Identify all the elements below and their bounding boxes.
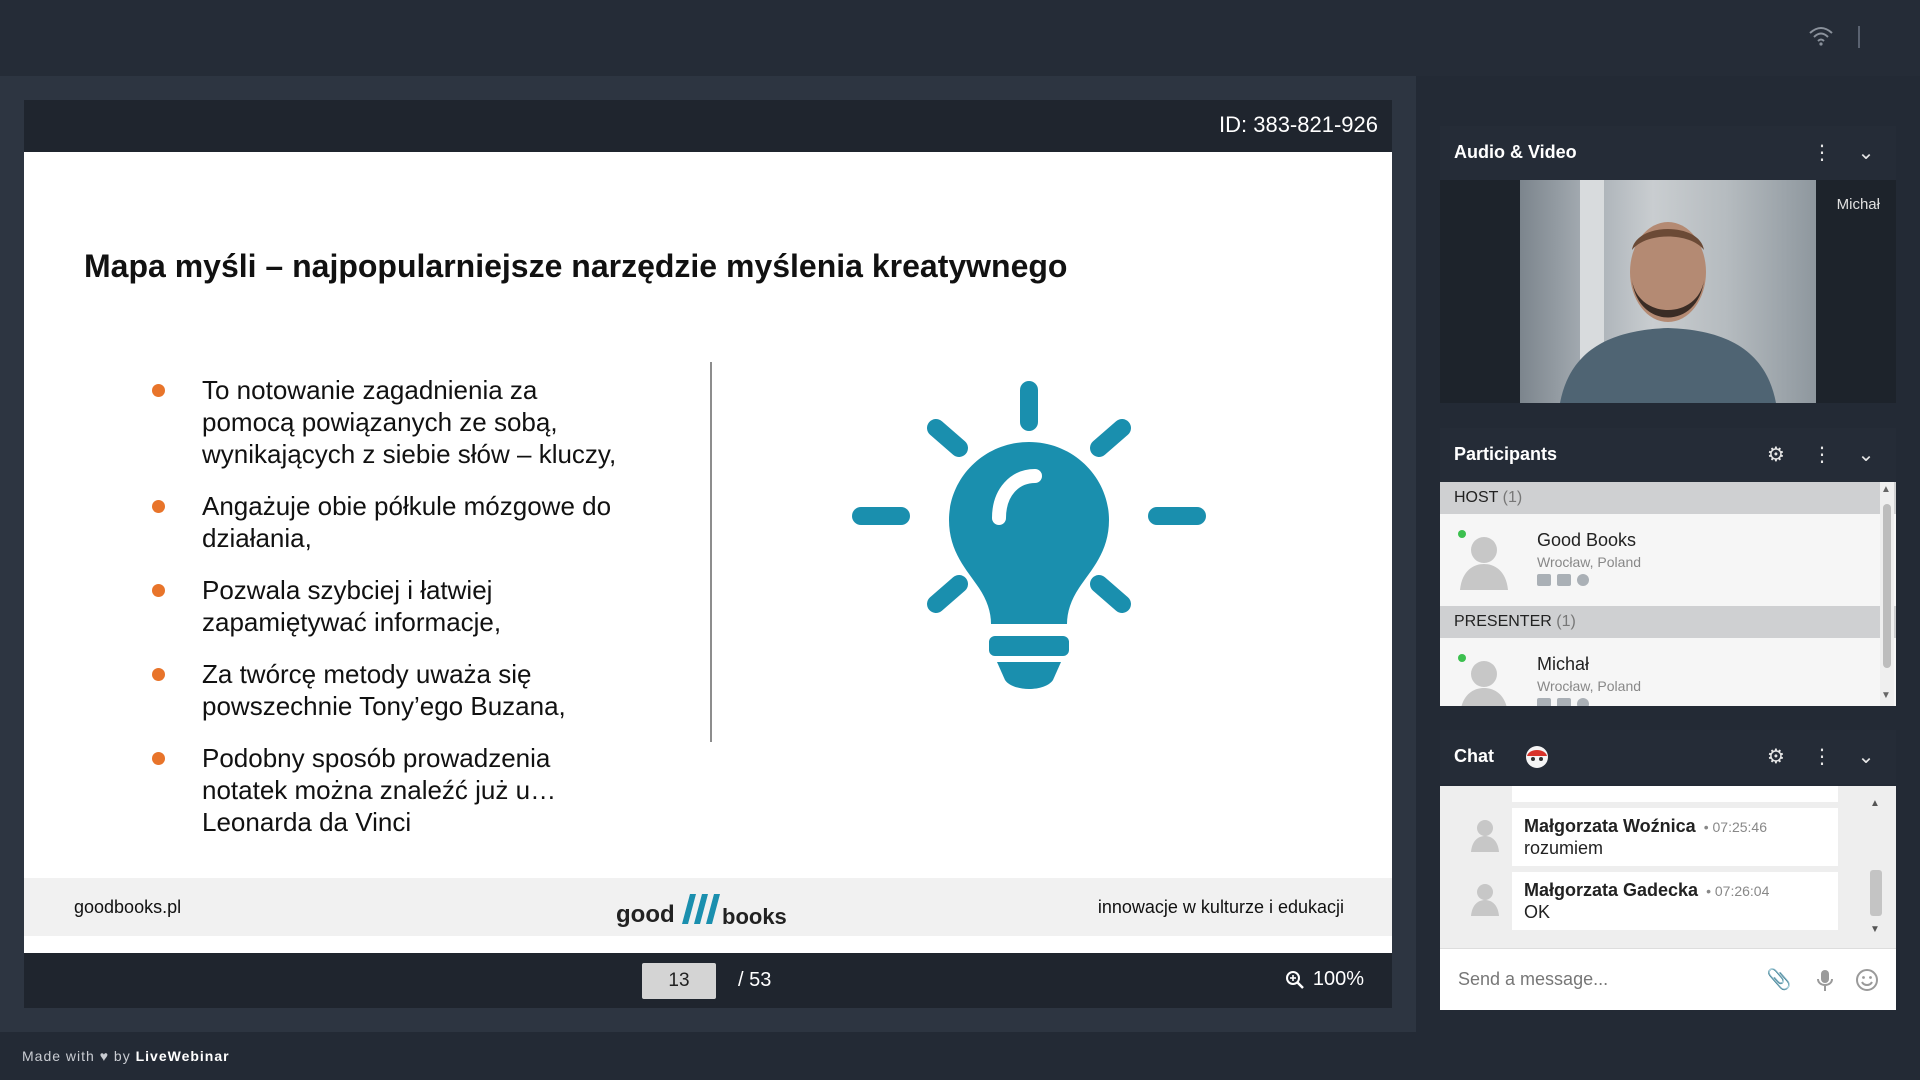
chrome-icon [1577,574,1589,586]
meeting-id-bar: ID: 383-821-926 [24,100,1392,152]
page-number-input[interactable] [642,963,716,999]
chat-message: Małgorzata Woźnica • 07:25:46 rozumiem [1512,808,1838,866]
wifi-icon [1809,27,1833,46]
chat-header: Chat ⚙ ⋮ ⌄ [1440,730,1896,784]
bullet-dot-icon [152,500,165,513]
gear-icon[interactable]: ⚙ [1764,443,1788,467]
avatar [1471,820,1499,852]
goodbooks-logo: good books [616,894,787,929]
participants-list: HOST (1) Good Books Wrocław, Poland PRES… [1440,482,1896,706]
chat-scrollbar[interactable]: ▲ ▼ [1868,798,1882,940]
footer-tagline: innowacje w kulturze i edukacji [1097,897,1344,917]
avatar [1460,537,1508,590]
bullet-item: Pozwala szybciej i łatwiej zapamiętywać … [152,574,622,638]
bullet-item: Za twórcę metody uważa się powszechnie T… [152,658,622,722]
bullet-dot-icon [152,384,165,397]
panel-title: Chat [1454,746,1494,766]
lightbulb-icon [852,381,1206,689]
panel-title: Audio & Video [1454,142,1577,162]
scrollbar-thumb[interactable] [1883,504,1891,668]
bullet-dot-icon [152,668,165,681]
chat-input-area: Send a message... 📎 [1440,948,1896,1010]
drag-handle-icon[interactable]: ⋮ [1810,141,1834,165]
page-total: / 53 [738,969,772,991]
windows-icon [1557,698,1571,706]
device-icons [1537,698,1589,706]
video-participant-name: Michał [1836,196,1880,213]
video-area: Michał [1440,180,1896,403]
group-host[interactable]: HOST (1) [1440,482,1896,514]
top-divider [1858,26,1860,48]
bullet-dot-icon [152,752,165,765]
presenter-figure [1560,180,1776,403]
slide-title: Mapa myśli – najpopularniejsze narzędzie… [84,248,1068,284]
slide: Mapa myśli – najpopularniejsze narzędzie… [24,152,1392,953]
windows-icon [1557,574,1571,586]
chat-time: • 07:26:04 [1706,883,1770,899]
chat-time: • 07:25:46 [1703,819,1767,835]
avatar [1471,884,1499,916]
slide-bullets: To notowanie zagadnienia za pomocą powią… [152,374,622,858]
avatar [1461,661,1507,706]
scroll-down-icon[interactable]: ▼ [1881,690,1891,701]
laptop-icon [1537,574,1551,586]
participant-row[interactable]: Good Books Wrocław, Poland [1440,514,1896,606]
participants-scrollbar[interactable]: ▲ ▼ [1880,482,1894,706]
chrome-icon [1577,698,1589,706]
scroll-down-icon[interactable]: ▼ [1870,924,1880,935]
participant-name: Good Books [1537,530,1637,550]
drag-handle-icon[interactable]: ⋮ [1810,443,1834,467]
scroll-up-icon[interactable]: ▲ [1870,798,1880,809]
chevron-down-icon[interactable]: ⌄ [1854,443,1878,467]
participants-header: Participants ⚙ ⋮ ⌄ [1440,428,1896,482]
participant-location: Wrocław, Poland [1537,554,1642,570]
drag-handle-icon[interactable]: ⋮ [1810,745,1834,769]
gear-icon[interactable]: ⚙ [1764,745,1788,769]
scrollbar-thumb[interactable] [1870,870,1882,916]
bullet-item: Podobny sposób prowadzenia notatek można… [152,742,622,838]
participant-row[interactable]: Michał Wrocław, Poland [1440,638,1896,706]
footer-website: goodbooks.pl [74,897,182,917]
chat-sender: Małgorzata Woźnica • 07:25:46 [1524,816,1767,836]
presenter-video [1520,180,1816,403]
bullet-dot-icon [152,584,165,597]
panel-title: Participants [1454,444,1558,464]
slide-divider [710,362,712,742]
audio-video-header: Audio & Video ⋮ ⌄ [1440,126,1896,180]
chat-message-input[interactable]: Send a message... [1458,969,1608,990]
device-icons [1537,574,1589,586]
meeting-id: ID: 383-821-926 [1219,112,1378,137]
heart-icon: ♥ [99,1048,110,1064]
svg-text:good: good [616,901,675,928]
brand-name: LiveWebinar [135,1048,230,1064]
paperclip-icon[interactable]: 📎 [1766,967,1792,993]
laptop-icon [1537,698,1551,706]
slide-pager: / 53 100% [24,953,1392,1008]
bullet-item: Angażuje obie półkule mózgowe do działan… [152,490,622,554]
group-presenter[interactable]: PRESENTER (1) [1440,606,1896,638]
made-with-credit[interactable]: Made with ♥ by LiveWebinar [22,1048,230,1064]
chevron-down-icon[interactable]: ⌄ [1854,141,1878,165]
chat-sender: Małgorzata Gadecka • 07:26:04 [1524,880,1770,900]
participant-name: Michał [1537,654,1590,674]
top-bar [0,0,1920,76]
chat-messages: Małgorzata Woźnica • 07:25:46 rozumiem Ma… [1440,786,1896,948]
bullet-item: To notowanie zagadnienia za pomocą powią… [152,374,622,470]
microphone-icon[interactable] [1812,967,1838,993]
chat-emoji-icon[interactable] [1524,744,1550,770]
zoom-control[interactable]: 100% [1285,968,1364,991]
scroll-up-icon[interactable]: ▲ [1881,484,1891,495]
chat-text: rozumiem [1524,838,1604,858]
participant-location: Wrocław, Poland [1537,678,1642,694]
chevron-down-icon[interactable]: ⌄ [1854,745,1878,769]
svg-text:books: books [722,904,787,929]
zoom-level: 100% [1312,968,1364,990]
slide-footer: goodbooks.pl good books innowacje w kult… [24,878,1392,936]
chat-text: OK [1524,902,1551,922]
chat-message: Małgorzata Gadecka • 07:26:04 OK [1512,872,1838,930]
zoom-icon [1285,970,1304,989]
emoji-icon[interactable] [1854,967,1880,993]
chat-message-partial [1512,786,1838,802]
